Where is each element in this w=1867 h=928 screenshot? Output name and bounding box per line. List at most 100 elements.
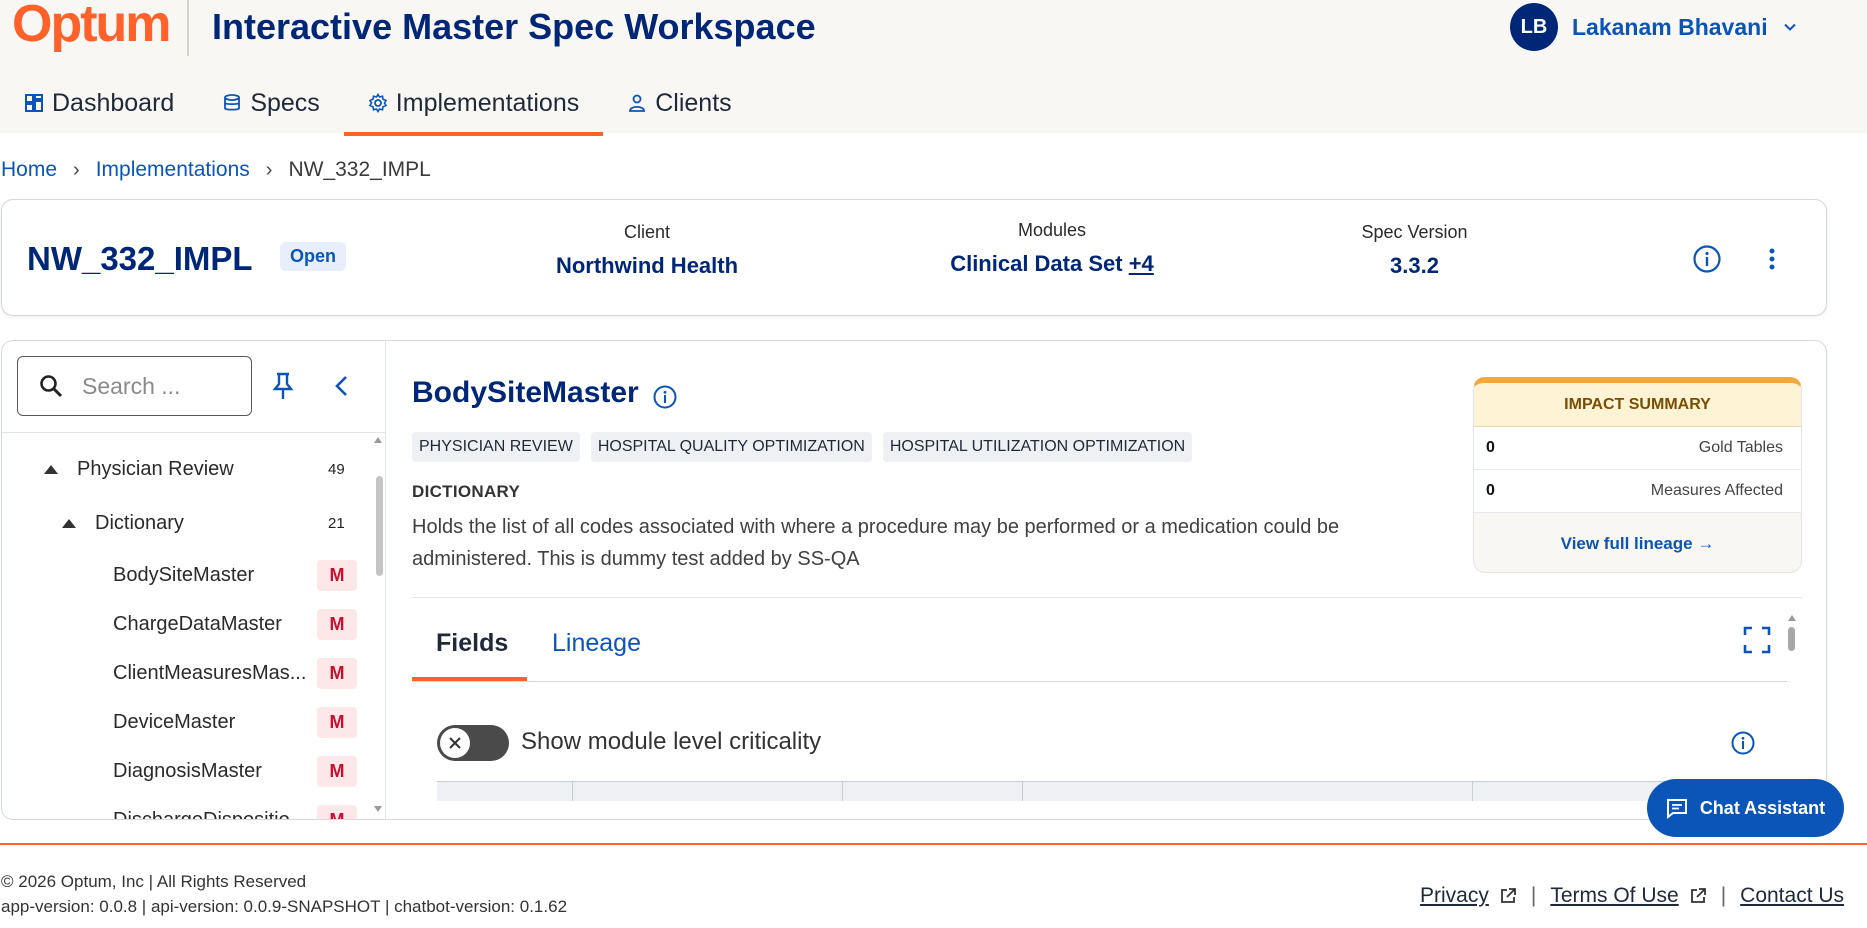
contact-link[interactable]: Contact Us (1740, 884, 1844, 908)
modules-more-link[interactable]: +4 (1129, 251, 1154, 276)
tree-node-physician-review[interactable]: Physician Review 49 (2, 447, 372, 491)
info-icon[interactable] (652, 384, 678, 410)
info-icon[interactable] (1730, 730, 1756, 756)
spec-tree: Physician Review 49 Dictionary 21 BodySi… (2, 433, 372, 820)
measures-count: 0 (1486, 482, 1495, 499)
tree-leaf-dischargedisposition[interactable]: DischargeDispositio... M (2, 798, 372, 820)
tree-leaf-diagnosismaster[interactable]: DiagnosisMaster M (2, 749, 372, 793)
tree-scrollbar-thumb[interactable] (376, 476, 383, 576)
breadcrumb-implementations[interactable]: Implementations (96, 158, 250, 182)
more-options-icon[interactable] (1760, 244, 1784, 274)
spec-version-value: 3.3.2 (1390, 253, 1439, 278)
user-menu[interactable]: LB Lakanam Bhavani (1510, 2, 1796, 52)
tree-node-dictionary[interactable]: Dictionary 21 (2, 501, 372, 545)
privacy-link[interactable]: Privacy (1420, 884, 1517, 908)
chat-icon (1666, 799, 1687, 819)
nav-tab-label: Implementations (395, 88, 580, 117)
fullscreen-icon[interactable] (1742, 625, 1772, 655)
chevron-right-icon: › (265, 158, 273, 181)
footer-versions: app-version: 0.0.8 | api-version: 0.0.9-… (1, 897, 568, 916)
search-icon (40, 375, 63, 398)
tree-leaf-bodysitemaster[interactable]: BodySiteMaster M (2, 553, 372, 597)
nav-tab-label: Clients (655, 88, 732, 117)
tag: PHYSICIAN REVIEW (412, 432, 580, 462)
modules-meta: Modules Clinical Data Set +4 (922, 220, 1182, 277)
tree-leaf-label: ClientMeasuresMas... (113, 661, 307, 684)
logo-divider (187, 0, 189, 56)
tree-leaf-label: DiagnosisMaster (113, 759, 262, 782)
scroll-down-arrow-icon[interactable] (374, 806, 382, 812)
nav-tab-clients[interactable]: Clients (603, 72, 755, 134)
main-nav: Dashboard Specs Implementations Clients (0, 72, 756, 136)
section-label: DICTIONARY (412, 482, 521, 501)
privacy-link-label: Privacy (1420, 884, 1489, 907)
search-input[interactable] (82, 372, 242, 400)
modules-label: Modules (1017, 220, 1087, 240)
chevron-down-icon[interactable] (1783, 21, 1796, 33)
impact-summary-card: IMPACT SUMMARY 0 Gold Tables 0 Measures … (1473, 377, 1802, 573)
breadcrumb-current: NW_332_IMPL (288, 158, 431, 181)
footer-links: Privacy | Terms Of Use | Contact Us (1420, 884, 1844, 908)
detail-scrollbar-thumb[interactable] (1788, 627, 1795, 651)
module-criticality-toggle[interactable] (437, 725, 509, 761)
implementation-header: NW_332_IMPL Open Client Northwind Health… (1, 199, 1827, 316)
chevron-left-icon[interactable] (332, 374, 352, 398)
nav-tab-dashboard[interactable]: Dashboard (0, 72, 198, 134)
view-full-lineage-link[interactable]: View full lineage → (1474, 513, 1801, 572)
terms-link-label: Terms Of Use (1550, 884, 1679, 907)
fields-table-header (437, 781, 1787, 801)
tree-node-count: 21 (328, 514, 345, 532)
caret-up-icon[interactable] (44, 464, 58, 474)
info-icon[interactable] (1692, 244, 1722, 274)
toggle-knob (440, 728, 470, 758)
nav-tab-label: Dashboard (52, 88, 175, 117)
column-separator (1022, 781, 1023, 801)
person-icon (629, 94, 646, 112)
app-title: Interactive Master Spec Workspace (212, 6, 816, 47)
nav-tab-implementations[interactable]: Implementations (343, 72, 604, 136)
database-icon (224, 94, 241, 111)
scroll-up-arrow-icon[interactable] (1788, 615, 1796, 621)
measures-label: Measures Affected (1650, 482, 1783, 499)
chat-assistant-button[interactable]: Chat Assistant (1647, 779, 1844, 837)
tree-leaf-label: ChargeDataMaster (113, 612, 282, 635)
external-link-icon (1500, 888, 1516, 903)
avatar[interactable]: LB (1510, 3, 1558, 51)
tree-leaf-clientmeasuresmaster[interactable]: ClientMeasuresMas... M (2, 651, 372, 695)
implementation-name: NW_332_IMPL (27, 240, 253, 277)
sidebar: Physician Review 49 Dictionary 21 BodySi… (2, 341, 386, 820)
chevron-right-icon: › (73, 158, 80, 181)
footer-divider (0, 843, 1867, 845)
mandatory-badge: M (317, 608, 357, 640)
scroll-up-arrow-icon[interactable] (374, 437, 382, 443)
gold-tables-label: Gold Tables (1698, 439, 1783, 456)
tree-node-label: Physician Review (77, 457, 234, 480)
spec-title: BodySiteMaster (412, 376, 639, 409)
tree-leaf-devicemaster[interactable]: DeviceMaster M (2, 700, 372, 744)
optum-logo[interactable]: Optum (12, 0, 172, 54)
spec-version-label: Spec Version (1361, 222, 1468, 242)
terms-link[interactable]: Terms Of Use (1550, 884, 1706, 908)
breadcrumb-home[interactable]: Home (1, 158, 57, 182)
pin-icon[interactable] (270, 371, 296, 401)
caret-up-icon[interactable] (62, 518, 76, 528)
tab-lineage[interactable]: Lineage (552, 629, 641, 658)
tree-leaf-label: DischargeDispositio... (113, 808, 307, 820)
footer-copyright: © 2026 Optum, Inc | All Rights Reserved (1, 872, 307, 891)
impact-row-measures: 0 Measures Affected (1474, 470, 1801, 513)
nav-tab-specs[interactable]: Specs (198, 72, 343, 134)
toggle-label: Show module level criticality (521, 728, 822, 755)
client-value: Northwind Health (555, 253, 739, 278)
user-name[interactable]: Lakanam Bhavani (1572, 14, 1768, 41)
tree-leaf-chargedatamaster[interactable]: ChargeDataMaster M (2, 602, 372, 646)
tree-node-count: 49 (328, 460, 345, 478)
chat-assistant-label: Chat Assistant (1699, 797, 1826, 818)
status-badge: Open (280, 242, 347, 271)
mandatory-badge: M (317, 804, 357, 819)
search-field[interactable] (17, 356, 252, 416)
mandatory-badge: M (317, 559, 357, 591)
nav-tab-label: Specs (250, 88, 320, 117)
mandatory-badge: M (317, 706, 357, 738)
impact-summary-title: IMPACT SUMMARY (1474, 383, 1801, 427)
tab-fields[interactable]: Fields (436, 629, 508, 658)
